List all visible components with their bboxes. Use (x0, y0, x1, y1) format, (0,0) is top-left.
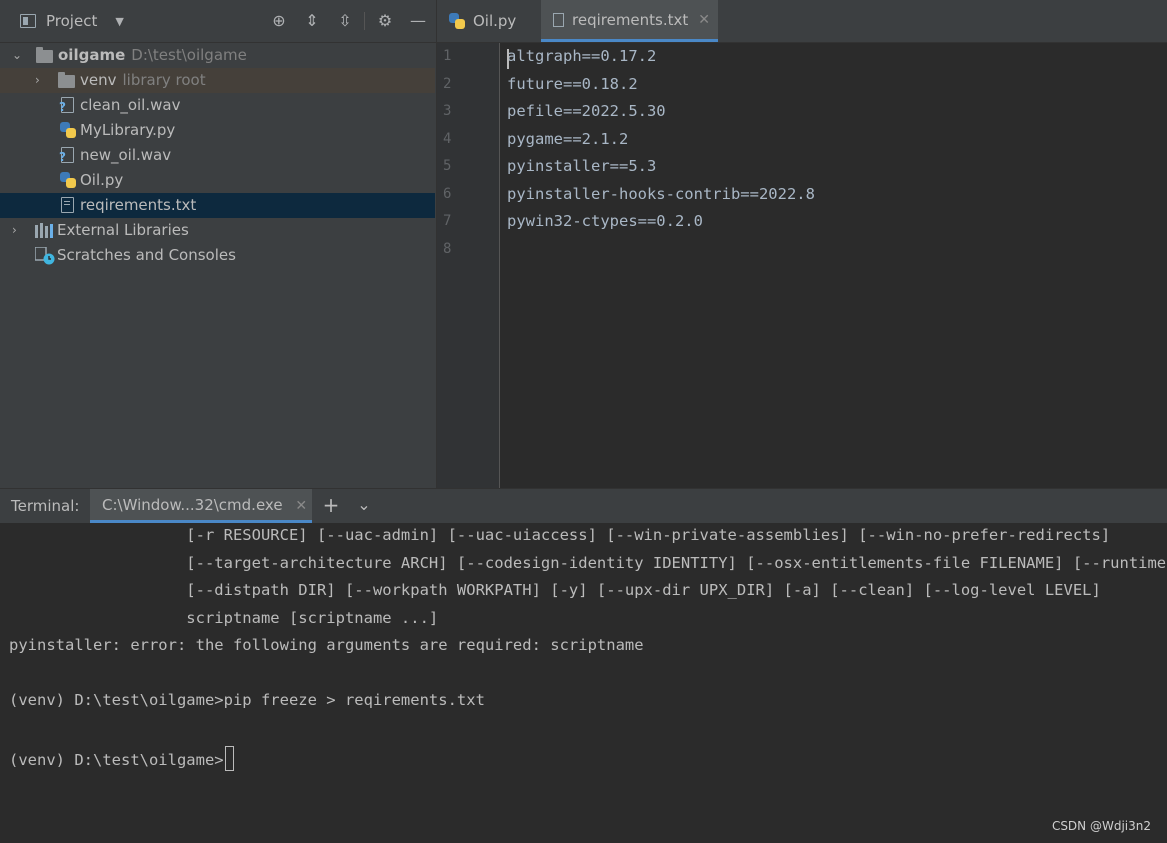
editor[interactable]: 1 2 3 4 5 6 7 8 altgraph==0.17.2 future=… (437, 43, 1167, 488)
file-label: MyLibrary.py (80, 121, 176, 139)
tree-item-new-oil-wav[interactable]: ? new_oil.wav (0, 143, 435, 168)
locate-icon[interactable]: ⊕ (269, 11, 289, 31)
audio-file-icon: ? (59, 147, 74, 164)
tree-item-venv[interactable]: › venv library root (0, 68, 435, 93)
project-panel: Project ▼ ⊕ ⇕ ⇳ ⚙ — ⌄ oilgame D:\test\oil… (0, 0, 437, 488)
editor-tab-bar: Oil.py reqirements.txt ✕ (437, 0, 1167, 43)
line-number-gutter: 1 2 3 4 5 6 7 8 (437, 43, 500, 488)
file-label: reqirements.txt (80, 196, 197, 214)
line-number: 3 (443, 103, 452, 119)
line-number: 4 (443, 131, 452, 147)
text-caret (507, 49, 509, 69)
tab-oil-py[interactable]: Oil.py (437, 0, 541, 42)
tree-item-external-libraries[interactable]: › External Libraries (0, 218, 435, 243)
folder-icon (36, 47, 53, 63)
tree-item-clean-oil-wav[interactable]: ? clean_oil.wav (0, 93, 435, 118)
code-line: pefile==2022.5.30 (507, 102, 666, 120)
add-icon[interactable]: + (320, 494, 342, 516)
scratches-icon (34, 246, 55, 265)
python-file-icon (449, 13, 465, 29)
expand-all-icon[interactable]: ⇕ (302, 11, 322, 31)
terminal-label: Terminal: (11, 497, 80, 515)
terminal-tab-label: C:\Window...32\cmd.exe (102, 496, 283, 514)
terminal-line: [--target-architecture ARCH] [--codesign… (9, 554, 1167, 572)
gear-icon[interactable]: ⚙ (375, 11, 395, 31)
venv-hint: library root (122, 71, 206, 89)
audio-file-icon: ? (59, 97, 74, 114)
line-number: 2 (443, 76, 452, 92)
terminal-tab[interactable]: C:\Window...32\cmd.exe ✕ (90, 489, 312, 523)
tree-item-reqirements-txt[interactable]: reqirements.txt (0, 193, 435, 218)
tree-item-root[interactable]: ⌄ oilgame D:\test\oilgame (0, 43, 435, 68)
python-file-icon (60, 172, 77, 189)
chevron-right-icon: › (35, 73, 40, 87)
hide-icon[interactable]: — (408, 11, 428, 31)
venv-name: venv (80, 71, 117, 89)
terminal-output[interactable]: [-r RESOURCE] [--uac-admin] [--uac-uiacc… (0, 523, 1167, 843)
terminal-line: [-r RESOURCE] [--uac-admin] [--uac-uiacc… (9, 526, 1111, 544)
collapse-all-icon[interactable]: ⇳ (335, 11, 355, 31)
project-view-selector[interactable]: Project ▼ (20, 0, 124, 42)
tree-item-mylibrary-py[interactable]: MyLibrary.py (0, 118, 435, 143)
file-label: clean_oil.wav (80, 96, 181, 114)
code-line: altgraph==0.17.2 (507, 47, 657, 65)
folder-icon (58, 72, 75, 88)
line-number: 5 (443, 158, 452, 174)
chevron-down-icon[interactable]: ⌄ (353, 494, 375, 516)
terminal-line: scriptname [scriptname ...] (9, 609, 439, 627)
scratches-label: Scratches and Consoles (57, 246, 236, 264)
code-line: pygame==2.1.2 (507, 130, 629, 148)
tree-item-oil-py[interactable]: Oil.py (0, 168, 435, 193)
project-toolbar: Project ▼ ⊕ ⇕ ⇳ ⚙ — (0, 0, 436, 43)
watermark: CSDN @Wdji3n2 (1051, 819, 1151, 833)
close-icon[interactable]: ✕ (698, 12, 710, 28)
chevron-down-icon: ⌄ (12, 48, 23, 62)
line-number: 7 (443, 213, 452, 229)
chevron-down-icon: ▼ (115, 14, 124, 28)
library-icon (35, 223, 53, 240)
code-line: future==0.18.2 (507, 75, 638, 93)
root-path: D:\test\oilgame (131, 46, 247, 64)
terminal-line: pyinstaller: error: the following argume… (9, 636, 644, 654)
terminal-line: (venv) D:\test\oilgame>pip freeze > reqi… (9, 691, 485, 709)
chevron-right-icon: › (12, 223, 17, 237)
text-file-icon (553, 12, 564, 27)
terminal-prompt-line[interactable]: (venv) D:\test\oilgame> (9, 746, 234, 771)
terminal-toolbar: Terminal: C:\Window...32\cmd.exe ✕ + ⌄ (0, 488, 1167, 524)
python-file-icon (60, 122, 77, 139)
root-name: oilgame (58, 46, 126, 64)
code-line: pyinstaller-hooks-contrib==2022.8 (507, 185, 815, 203)
tab-reqirements-txt[interactable]: reqirements.txt ✕ (541, 0, 718, 42)
close-icon[interactable]: ✕ (295, 498, 307, 514)
text-file-icon (61, 197, 74, 213)
file-label: Oil.py (80, 171, 124, 189)
terminal-cursor (224, 746, 234, 771)
code-line: pywin32-ctypes==0.2.0 (507, 212, 703, 230)
line-number: 6 (443, 186, 452, 202)
line-number: 8 (443, 241, 452, 257)
code-line: pyinstaller==5.3 (507, 157, 657, 175)
file-label: new_oil.wav (80, 146, 172, 164)
tree-item-scratches[interactable]: Scratches and Consoles (0, 243, 435, 268)
tab-label: reqirements.txt (572, 10, 689, 29)
tab-label: Oil.py (473, 12, 517, 30)
terminal-line: [--distpath DIR] [--workpath WORKPATH] [… (9, 581, 1101, 599)
terminal-prompt: (venv) D:\test\oilgame> (9, 751, 224, 769)
line-number: 1 (443, 48, 452, 64)
external-libraries-label: External Libraries (57, 221, 189, 239)
project-icon (20, 14, 36, 28)
project-title: Project (46, 12, 98, 30)
